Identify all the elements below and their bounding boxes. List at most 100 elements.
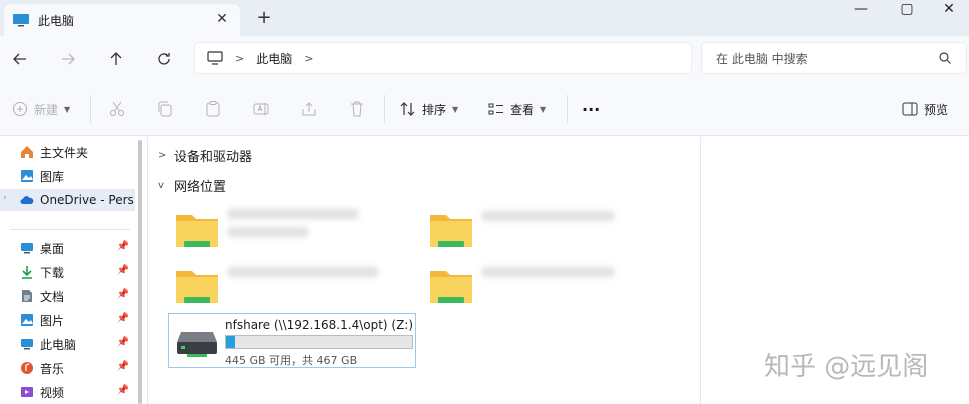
chevron-down-icon: ▼ [452, 104, 459, 114]
network-drive-icon [177, 332, 217, 357]
document-icon [20, 289, 34, 303]
back-button[interactable] [8, 47, 32, 71]
cut-button[interactable] [108, 97, 126, 121]
watermark: 知乎 @远见阁 [764, 352, 929, 382]
chevron-right-icon[interactable]: > [235, 52, 244, 65]
search-box[interactable]: 在 此电脑 中搜索 [701, 42, 967, 74]
group-devices-and-drives[interactable]: > 设备和驱动器 [158, 145, 252, 165]
breadcrumb-this-pc[interactable]: 此电脑 [256, 50, 292, 67]
network-folder[interactable] [424, 207, 664, 253]
pin-icon[interactable]: 📌 [117, 313, 129, 324]
sort-icon [400, 102, 415, 116]
drive-usage-fill [226, 336, 235, 348]
more-options-button[interactable]: ··· [582, 97, 600, 121]
group-network-locations[interactable]: v 网络位置 [158, 175, 226, 195]
sidebar-item-music[interactable]: 音乐 📌 [0, 357, 135, 379]
search-input[interactable]: 在 此电脑 中搜索 [716, 50, 808, 67]
blurred-folder-name [228, 267, 378, 277]
scissors-icon [110, 101, 124, 116]
sidebar-item-label: 文档 [40, 289, 65, 304]
chevron-down-icon: v [158, 179, 164, 191]
home-icon [20, 145, 34, 159]
pin-icon[interactable]: 📌 [117, 265, 129, 276]
arrow-left-icon [13, 53, 26, 65]
address-bar[interactable]: > 此电脑 > [194, 42, 692, 74]
tab-bar: 此电脑 ✕ + — ▢ ✕ [0, 0, 969, 36]
share-icon [302, 102, 316, 116]
gallery-icon [20, 169, 34, 183]
sidebar-item-videos[interactable]: 视频 📌 [0, 381, 135, 403]
sidebar-item-gallery[interactable]: 图库 [0, 165, 135, 187]
pc-icon [207, 51, 223, 65]
sidebar-item-this-pc[interactable]: 此电脑 📌 [0, 333, 135, 355]
preview-label: 预览 [924, 102, 949, 117]
command-bar: 新建 ▼ 排序 ▼ 查看 ▼ ··· 预览 [0, 82, 969, 136]
clipboard-icon [206, 101, 220, 117]
sort-button[interactable]: 排序 ▼ [400, 97, 458, 121]
blurred-folder-detail [228, 227, 308, 237]
chevron-down-icon: ▼ [540, 104, 547, 114]
blurred-folder-name [482, 267, 614, 277]
preview-pane-icon [902, 102, 918, 116]
sidebar-item-onedrive[interactable]: › OneDrive - Pers [0, 189, 135, 211]
divider [90, 95, 91, 123]
refresh-button[interactable] [152, 47, 176, 71]
search-icon[interactable] [938, 51, 952, 65]
navigation-bar: > 此电脑 > 在 此电脑 中搜索 [0, 36, 969, 82]
view-list-icon [488, 103, 503, 115]
paste-button[interactable] [204, 97, 222, 121]
maximize-button[interactable]: ▢ [884, 0, 930, 18]
tab-title: 此电脑 [38, 13, 75, 28]
view-label: 查看 [510, 102, 535, 117]
network-folder[interactable] [170, 263, 410, 309]
network-folder-icon [430, 271, 472, 303]
sidebar-item-pictures[interactable]: 图片 📌 [0, 309, 135, 331]
file-list: > 设备和驱动器 v 网络位置 nfshare (\\192.168.1.4\o… [148, 137, 700, 404]
delete-button[interactable] [348, 97, 366, 121]
chevron-right-icon[interactable]: › [3, 193, 7, 203]
new-tab-button[interactable]: + [254, 8, 274, 28]
sidebar-item-documents[interactable]: 文档 📌 [0, 285, 135, 307]
sidebar-item-label: 图库 [40, 169, 65, 184]
pin-icon[interactable]: 📌 [117, 361, 129, 372]
preview-pane-button[interactable]: 预览 [902, 97, 948, 121]
divider [10, 229, 130, 230]
network-folder[interactable] [424, 263, 664, 309]
rename-button[interactable] [252, 97, 270, 121]
blurred-folder-name [482, 211, 614, 221]
share-button[interactable] [300, 97, 318, 121]
close-window-button[interactable]: ✕ [926, 0, 969, 18]
view-button[interactable]: 查看 ▼ [488, 97, 546, 121]
refresh-icon [158, 53, 170, 65]
copy-icon [158, 101, 172, 117]
pin-icon[interactable]: 📌 [117, 289, 129, 300]
pc-icon [20, 337, 34, 351]
navigation-pane: 主文件夹 图库 › OneDrive - Pers 桌面 📌 下载 📌 文档 📌… [0, 137, 140, 404]
sidebar-item-desktop[interactable]: 桌面 📌 [0, 237, 135, 259]
copy-button[interactable] [156, 97, 174, 121]
network-drive-z[interactable]: nfshare (\\192.168.1.4\opt) (Z:) 445 GB … [168, 313, 416, 368]
sidebar-item-label: OneDrive - Pers [40, 193, 134, 207]
group-label: 设备和驱动器 [174, 149, 253, 165]
sidebar-item-downloads[interactable]: 下载 📌 [0, 261, 135, 283]
new-label: 新建 [34, 102, 59, 117]
sidebar-item-label: 下载 [40, 265, 65, 280]
network-folder[interactable] [170, 207, 410, 253]
forward-button[interactable] [56, 47, 80, 71]
sidebar-scrollbar[interactable] [138, 140, 142, 404]
arrow-right-icon [62, 53, 75, 65]
sidebar-item-home[interactable]: 主文件夹 [0, 141, 135, 163]
new-button[interactable]: 新建 ▼ [12, 97, 70, 121]
chevron-right-icon[interactable]: > [304, 52, 313, 65]
pin-icon[interactable]: 📌 [117, 337, 129, 348]
sidebar-item-label: 视频 [40, 385, 65, 400]
sidebar-item-label: 图片 [40, 313, 65, 328]
group-label: 网络位置 [174, 179, 227, 195]
video-icon [20, 385, 34, 399]
pin-icon[interactable]: 📌 [117, 385, 129, 396]
minimize-button[interactable]: — [838, 0, 884, 18]
pin-icon[interactable]: 📌 [117, 241, 129, 252]
close-tab-icon[interactable]: ✕ [214, 11, 230, 27]
tab-this-pc[interactable]: 此电脑 ✕ [4, 4, 240, 36]
up-button[interactable] [104, 47, 128, 71]
